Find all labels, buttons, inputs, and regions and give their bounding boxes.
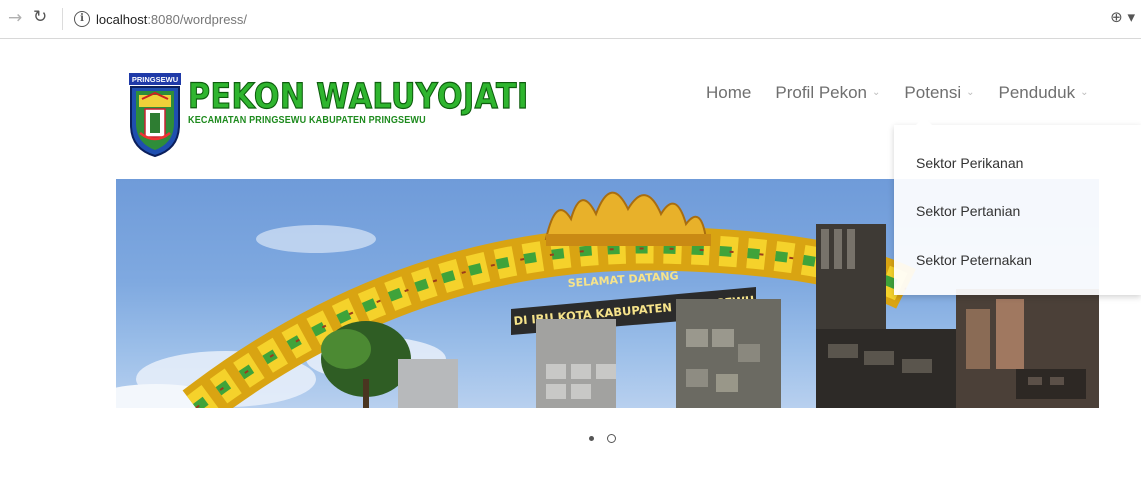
zoom-icon[interactable]: ⊕ ▾ [1110,8,1135,26]
regency-emblem-icon: PRINGSEWU [129,73,181,157]
chevron-down-icon: ⌄ [1080,87,1089,98]
url-text[interactable]: localhost:8080/wordpress/ [96,12,247,27]
chevron-down-icon: ⌄ [872,87,881,98]
slider-dot-active[interactable] [589,436,594,441]
menu-item-label: Profil Pekon [775,83,868,102]
main-menu: Home Profil Pekon ⌄ Potensi ⌄ Penduduk ⌄ [706,80,1112,106]
site-logo[interactable]: PRINGSEWU PEKON WALUYOJATI KECAMATAN PRI… [128,73,529,158]
slider-dot[interactable] [607,434,616,443]
menu-item-potensi[interactable]: Potensi ⌄ [904,83,974,103]
menu-item-label: Penduduk [998,83,1076,102]
dropdown-item-sektor-pertanian[interactable]: Sektor Pertanian [916,203,1020,219]
browser-toolbar: → ↻ i localhost:8080/wordpress/ ⊕ ▾ [0,0,1141,39]
dropdown-item-sektor-peternakan[interactable]: Sektor Peternakan [916,252,1032,268]
emblem-label: PRINGSEWU [132,75,178,84]
url-path: :8080/wordpress/ [147,11,248,27]
menu-item-label: Potensi [904,83,962,102]
arrow-right-icon[interactable]: → [8,8,22,28]
dropdown-pointer [916,117,932,125]
address-bar[interactable]: i localhost:8080/wordpress/ [58,6,1128,32]
dropdown-item-sektor-perikanan[interactable]: Sektor Perikanan [916,155,1023,171]
menu-item-penduduk[interactable]: Penduduk ⌄ [999,83,1089,103]
potensi-dropdown-menu: Sektor Perikanan Sektor Pertanian Sektor… [894,117,1141,295]
site-subtitle: KECAMATAN PRINGSEWU KABUPATEN PRINGSEWU [188,114,426,126]
slider-pagination [589,434,616,443]
info-icon[interactable]: i [74,11,90,27]
url-host: localhost [96,11,148,27]
chevron-down-icon: ⌄ [966,87,975,98]
menu-item-profil-pekon[interactable]: Profil Pekon ⌄ [775,83,880,103]
site-title[interactable]: PEKON WALUYOJATI [187,78,528,115]
reload-icon[interactable]: ↻ [33,7,47,27]
menu-item-home[interactable]: Home [706,83,751,103]
menu-item-label: Home [706,83,752,102]
